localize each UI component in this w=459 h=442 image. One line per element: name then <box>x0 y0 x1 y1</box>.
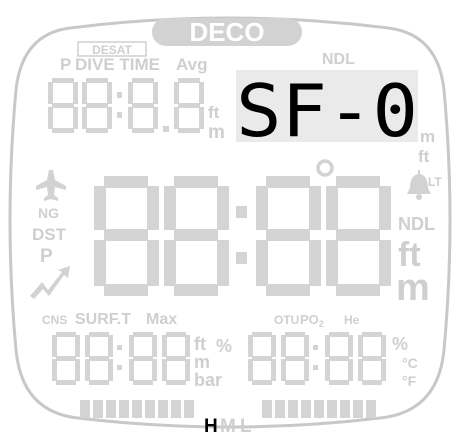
he-label: He <box>344 313 360 327</box>
m-tr-label: m <box>420 127 435 146</box>
p-left-label: P <box>40 246 53 267</box>
m-tl-label: m <box>208 122 225 143</box>
left-bar-graph <box>80 400 194 418</box>
degree-icon <box>316 159 334 177</box>
ft-tr-label: ft <box>418 147 430 166</box>
ft-bl-label: ft <box>194 334 206 354</box>
ng-label: NG <box>38 205 59 221</box>
dst-label: DST <box>32 225 67 244</box>
f-unit-label: °F <box>402 373 417 389</box>
active-display-text: SF-0 <box>236 69 418 153</box>
dive-time-digits <box>48 78 204 133</box>
lt-label: LT <box>428 175 442 189</box>
bar-label: bar <box>194 370 222 390</box>
ft-tl-label: ft <box>208 103 220 122</box>
ndl-top-label: NDL <box>322 51 355 68</box>
m-bl-label: m <box>194 352 210 372</box>
dive-time-label: DIVE TIME <box>75 55 160 74</box>
trend-icon <box>30 266 70 299</box>
pct-bl-label: % <box>216 336 232 356</box>
m-indicator: M <box>220 416 236 437</box>
right-bar-graph <box>262 400 376 418</box>
max-label: Max <box>146 311 177 328</box>
po2-label: PO2 <box>300 312 324 329</box>
otu-label: OTU <box>274 313 299 327</box>
ndl-right-label: NDL <box>398 214 435 234</box>
m-main-label: m <box>396 267 430 309</box>
h-indicator: H <box>204 416 218 437</box>
surf-t-label: SURF.T <box>75 311 131 328</box>
plane-icon <box>36 170 66 201</box>
avg-label: Avg <box>176 55 208 74</box>
p-top-label: P <box>60 55 71 74</box>
main-digits <box>94 176 391 296</box>
gas-digits <box>248 332 386 385</box>
c-unit-label: °C <box>402 355 418 371</box>
cns-label: CNS <box>42 313 67 327</box>
surface-time-digits <box>52 332 190 385</box>
deco-label: DECO <box>189 17 264 47</box>
l-indicator: L <box>240 416 252 437</box>
pct-br-label: % <box>392 334 408 354</box>
dive-computer-lcd: DECO DESAT P DIVE TIME Avg NDL ft m SF-0… <box>8 16 452 437</box>
